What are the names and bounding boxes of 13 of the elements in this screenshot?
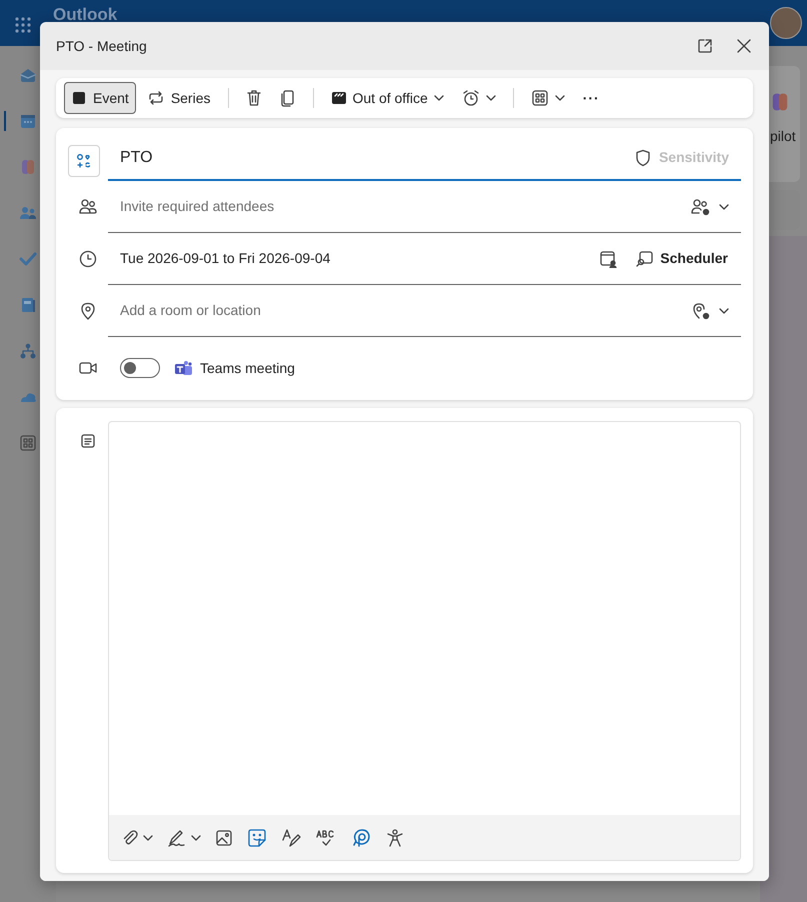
location-field[interactable]: Add a room or location bbox=[120, 300, 681, 321]
app-title: Outlook bbox=[53, 4, 118, 26]
series-button[interactable]: Series bbox=[140, 82, 218, 114]
scheduler-button[interactable]: Scheduler bbox=[635, 242, 729, 274]
copilot-label: pilot bbox=[770, 127, 796, 146]
teams-meeting-label: Teams meeting bbox=[200, 358, 295, 378]
more-button[interactable]: ··· bbox=[576, 82, 607, 114]
event-button[interactable]: Event bbox=[64, 82, 136, 114]
subject-field[interactable]: PTO bbox=[120, 146, 625, 170]
attendees-field[interactable]: Invite required attendees bbox=[120, 196, 681, 217]
dialog-title: PTO - Meeting bbox=[56, 36, 147, 56]
date-range-field[interactable]: Tue 2026-09-01 to Fri 2026-09-04 bbox=[120, 248, 590, 269]
show-as-dropdown[interactable]: Out of office bbox=[324, 82, 451, 114]
